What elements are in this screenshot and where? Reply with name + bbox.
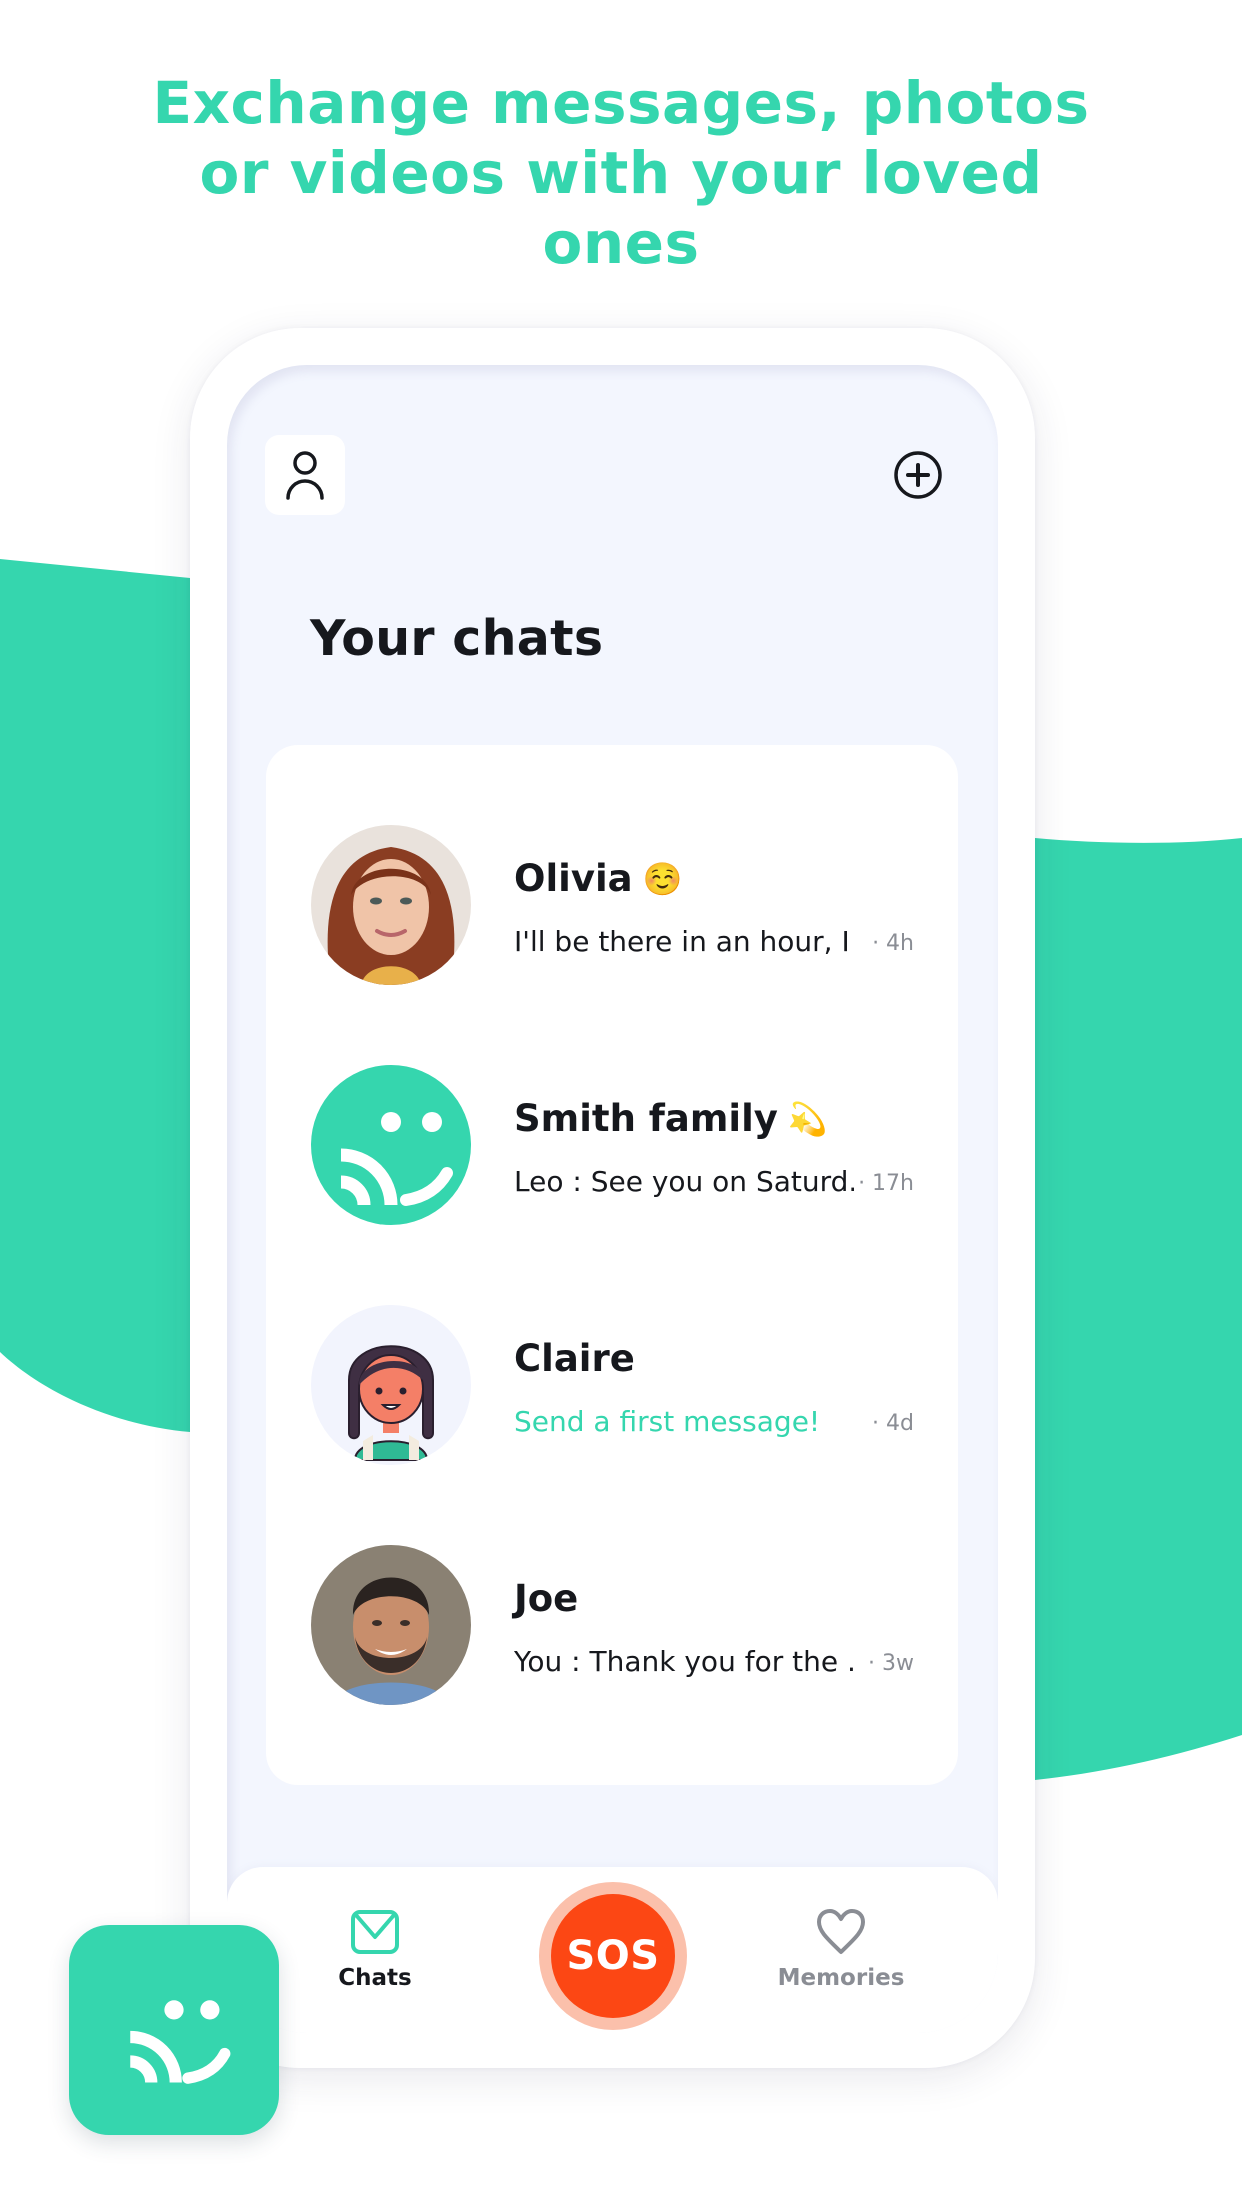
- chat-row-olivia[interactable]: Olivia ☺️ I'll be there in an hour, I ..…: [266, 785, 958, 1025]
- avatar-olivia: [311, 825, 471, 985]
- tab-memories-label: Memories: [777, 1965, 905, 1991]
- app-logo-icon: [129, 2000, 231, 2084]
- avatar-smith-family: [311, 1065, 471, 1225]
- chat-preview: I'll be there in an hour, I ...: [514, 925, 854, 958]
- heart-icon: [817, 1909, 865, 1954]
- chat-preview-prompt: Send a first message!: [514, 1405, 821, 1438]
- chat-preview: Leo : See you on Saturd...: [514, 1165, 854, 1198]
- chat-row-claire[interactable]: Claire Send a first message! · 4d: [266, 1265, 958, 1505]
- chat-name: Smith family 💫: [514, 1097, 828, 1140]
- tab-chats[interactable]: Chats: [275, 1905, 475, 1991]
- avatar-claire: [311, 1305, 471, 1465]
- right-wave-shape: [1035, 838, 1242, 1780]
- app-screen: Your chats Olivia ☺️ I'll be there in an…: [227, 365, 998, 2033]
- chat-preview: You : Thank you for the ...: [514, 1645, 854, 1678]
- chat-time: · 3w: [868, 1651, 914, 1676]
- headline: Exchange messages, photos or videos with…: [0, 68, 1242, 278]
- left-wave-shape: [0, 559, 190, 1432]
- cartoon-girl-icon: [348, 1345, 434, 1461]
- chat-list: Olivia ☺️ I'll be there in an hour, I ..…: [266, 745, 958, 1785]
- chat-time: · 4d: [872, 1411, 914, 1436]
- plus-circle-icon: [894, 451, 942, 499]
- sos-button-ring[interactable]: SOS: [539, 1882, 687, 2030]
- app-logo-badge: [69, 1925, 279, 2135]
- chat-time: · 17h: [858, 1171, 914, 1196]
- woman-photo-icon: [311, 825, 471, 985]
- avatar-joe: [311, 1545, 471, 1705]
- chat-name-text: Joe: [514, 1577, 579, 1620]
- headline-line: Exchange messages, photos: [152, 69, 1090, 137]
- profile-button[interactable]: [265, 435, 345, 515]
- chat-time: · 4h: [872, 931, 914, 956]
- chat-name-text: Smith family: [514, 1097, 778, 1140]
- tab-memories[interactable]: Memories: [741, 1905, 941, 1991]
- headline-line: or videos with your loved: [199, 139, 1043, 207]
- bottom-navigation: Chats SOS Memories: [227, 1867, 998, 2033]
- man-photo-icon: [311, 1545, 471, 1705]
- envelope-icon: [351, 1910, 399, 1954]
- person-icon: [286, 451, 324, 500]
- chat-name: Olivia ☺️: [514, 857, 682, 900]
- phone-mockup: Your chats Olivia ☺️ I'll be there in an…: [190, 328, 1035, 2068]
- sos-button[interactable]: SOS: [551, 1894, 675, 2018]
- headline-line: ones: [542, 209, 700, 277]
- new-chat-button[interactable]: [893, 450, 943, 500]
- chat-row-joe[interactable]: Joe You : Thank you for the ... · 3w: [266, 1505, 958, 1745]
- chat-row-smith-family[interactable]: Smith family 💫 Leo : See you on Saturd..…: [266, 1025, 958, 1265]
- chat-name-text: Olivia: [514, 857, 633, 900]
- chat-name-text: Claire: [514, 1337, 635, 1380]
- chat-name: Joe: [514, 1577, 578, 1620]
- dizzy-star-emoji-icon: 💫: [787, 1099, 828, 1138]
- app-logo-icon: [340, 1112, 453, 1206]
- smiling-emoji-icon: ☺️: [642, 859, 683, 898]
- chat-name: Claire: [514, 1337, 635, 1380]
- page-title: Your chats: [310, 610, 604, 667]
- tab-chats-label: Chats: [338, 1965, 412, 1991]
